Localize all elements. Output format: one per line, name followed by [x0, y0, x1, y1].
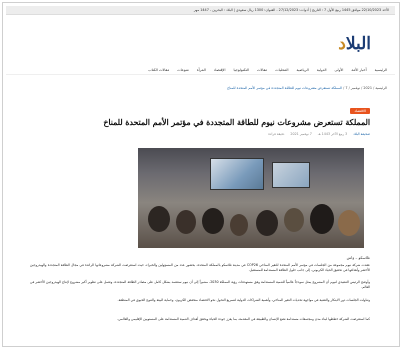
audience-member — [256, 210, 278, 236]
article-photo — [138, 148, 364, 248]
presentation-screen-secondary — [272, 162, 310, 188]
nav-item-sports[interactable]: الرياضية — [296, 65, 308, 74]
article-paragraph: عقدت شركة نيوم مجموعة من الجلسات في مؤتم… — [30, 263, 371, 272]
audience-member — [284, 208, 304, 232]
presentation-screen — [210, 158, 264, 190]
article-date: 7 نوفمبر 2021 — [290, 132, 312, 136]
breadcrumb-year[interactable]: 2021 — [363, 86, 372, 90]
main-navigation: الرئيسية أخبار الأمة الأولى الدولية الري… — [6, 65, 395, 75]
article-author[interactable]: صحيفة البلاد — [353, 132, 370, 136]
article-paragraph: وأوضح الرئيس التنفيذي لنيوم أن المشروع ي… — [30, 280, 370, 289]
breadcrumb-separator: / — [347, 86, 350, 90]
audience-member — [310, 204, 334, 234]
breadcrumb: الرئيسية / 2021 / نوفمبر / 7 / المملكة ت… — [6, 84, 395, 92]
nav-item-varieties[interactable]: منوعات — [177, 65, 189, 74]
article-meta: صحيفة البلاد 3 ربيع الآخر 1443 هـ 7 نوفم… — [268, 132, 370, 136]
audience-member — [338, 210, 360, 236]
article-read-time: دقيقة قراءة — [268, 132, 285, 136]
nav-item-home[interactable]: الرئيسية — [375, 65, 387, 74]
nav-item-women[interactable]: المرأة — [197, 65, 206, 74]
audience-member — [230, 214, 248, 236]
nav-item-nation-news[interactable]: أخبار الأمة — [351, 65, 366, 74]
article-date-hijri: 3 ربيع الآخر 1443 هـ — [317, 132, 348, 136]
logo-text: البلا — [345, 34, 372, 54]
nav-item-international[interactable]: الدولية — [317, 65, 327, 74]
breadcrumb-separator: / — [342, 86, 345, 90]
breadcrumb-month[interactable]: نوفمبر — [351, 86, 360, 90]
breadcrumb-current: المملكة تستعرض مشروعات نيوم للطاقة المتج… — [227, 86, 343, 90]
nav-item-local[interactable]: المحليات — [275, 65, 288, 74]
category-badge[interactable]: الاقتصاد — [350, 108, 370, 114]
breadcrumb-home[interactable]: الرئيسية — [375, 86, 387, 90]
site-logo[interactable]: البلاد — [338, 34, 371, 54]
audience-member — [148, 206, 170, 232]
article-headline: المملكة تستعرض مشروعات نيوم للطاقة المتج… — [103, 118, 370, 127]
nav-item-technology[interactable]: التكنولوجيا — [233, 65, 248, 74]
audience-member — [176, 210, 196, 234]
nav-item-economy[interactable]: الإقتصاد — [214, 65, 226, 74]
breadcrumb-separator: / — [372, 86, 375, 90]
article-paragraph: كما استعرضت الشركة خططها لبناء مدن ومجتم… — [117, 317, 370, 321]
top-info-bar: الأحد 22/10/2023 موافق 1445 ربيع الأول 7… — [6, 6, 395, 15]
nav-item-articles[interactable]: مقالات — [257, 65, 267, 74]
audience-member — [202, 208, 224, 234]
photo-caption: غلاسكو – واس — [346, 255, 370, 260]
article-paragraph: وتناولت الجلسات دور الابتكار والتقنية في… — [117, 298, 370, 302]
nav-item-writers[interactable]: مقالات الكتاب — [148, 65, 169, 74]
nav-item-first[interactable]: الأولى — [335, 65, 344, 74]
breadcrumb-separator: / — [360, 86, 363, 90]
logo-text-accent: د — [338, 34, 346, 54]
